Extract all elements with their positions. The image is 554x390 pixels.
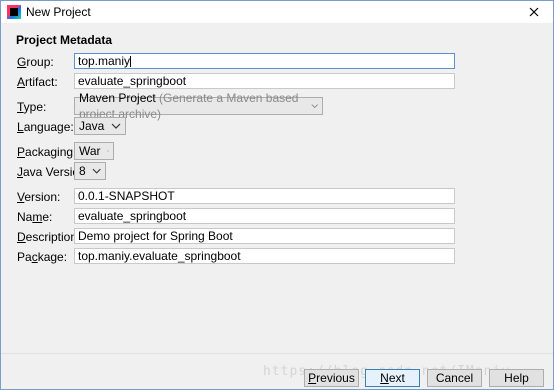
button-bar: https://blog.csdn.net/IManiy Previous Ne… bbox=[1, 353, 553, 389]
window-title: New Project bbox=[26, 5, 91, 19]
description-field[interactable]: Demo project for Spring Boot bbox=[74, 228, 455, 244]
language-label: Language: bbox=[17, 120, 74, 134]
group-field[interactable]: top.maniy bbox=[74, 53, 455, 69]
chevron-down-icon bbox=[92, 168, 101, 174]
previous-button[interactable]: Previous bbox=[304, 369, 359, 387]
description-label: Description: bbox=[17, 230, 81, 244]
section-title: Project Metadata bbox=[16, 33, 113, 47]
type-dropdown[interactable]: Maven Project (Generate a Maven based pr… bbox=[74, 91, 323, 121]
language-dropdown[interactable]: Java bbox=[74, 117, 126, 135]
chevron-down-icon bbox=[311, 104, 318, 109]
next-button[interactable]: Next bbox=[365, 369, 420, 387]
dialog-content: Project Metadata Group: top.maniy Artifa… bbox=[1, 23, 553, 353]
help-button[interactable]: Help bbox=[489, 369, 544, 387]
close-icon bbox=[529, 7, 539, 17]
cancel-button[interactable]: Cancel bbox=[427, 369, 482, 387]
package-field[interactable]: top.maniy.evaluate_springboot bbox=[74, 248, 455, 264]
close-button[interactable] bbox=[525, 3, 543, 21]
type-label: Type: bbox=[17, 100, 47, 114]
title-bar: New Project bbox=[1, 1, 553, 23]
chevron-down-icon bbox=[106, 150, 109, 152]
artifact-label: Artifact: bbox=[17, 75, 58, 89]
intellij-icon bbox=[7, 5, 21, 19]
package-label: Package: bbox=[17, 250, 68, 264]
packaging-dropdown[interactable]: War bbox=[74, 142, 114, 160]
java-version-dropdown[interactable]: 8 bbox=[74, 162, 106, 180]
chevron-down-icon bbox=[111, 123, 121, 129]
group-label: Group: bbox=[17, 55, 54, 69]
version-label: Version: bbox=[17, 190, 61, 204]
packaging-label: Packaging: bbox=[17, 145, 77, 159]
new-project-dialog: New Project Project Metadata Group: top.… bbox=[0, 0, 554, 390]
text-caret bbox=[130, 56, 132, 68]
version-field[interactable]: 0.0.1-SNAPSHOT bbox=[74, 188, 455, 204]
name-label: Name: bbox=[17, 210, 53, 224]
name-field[interactable]: evaluate_springboot bbox=[74, 208, 455, 224]
artifact-field[interactable]: evaluate_springboot bbox=[74, 73, 455, 89]
